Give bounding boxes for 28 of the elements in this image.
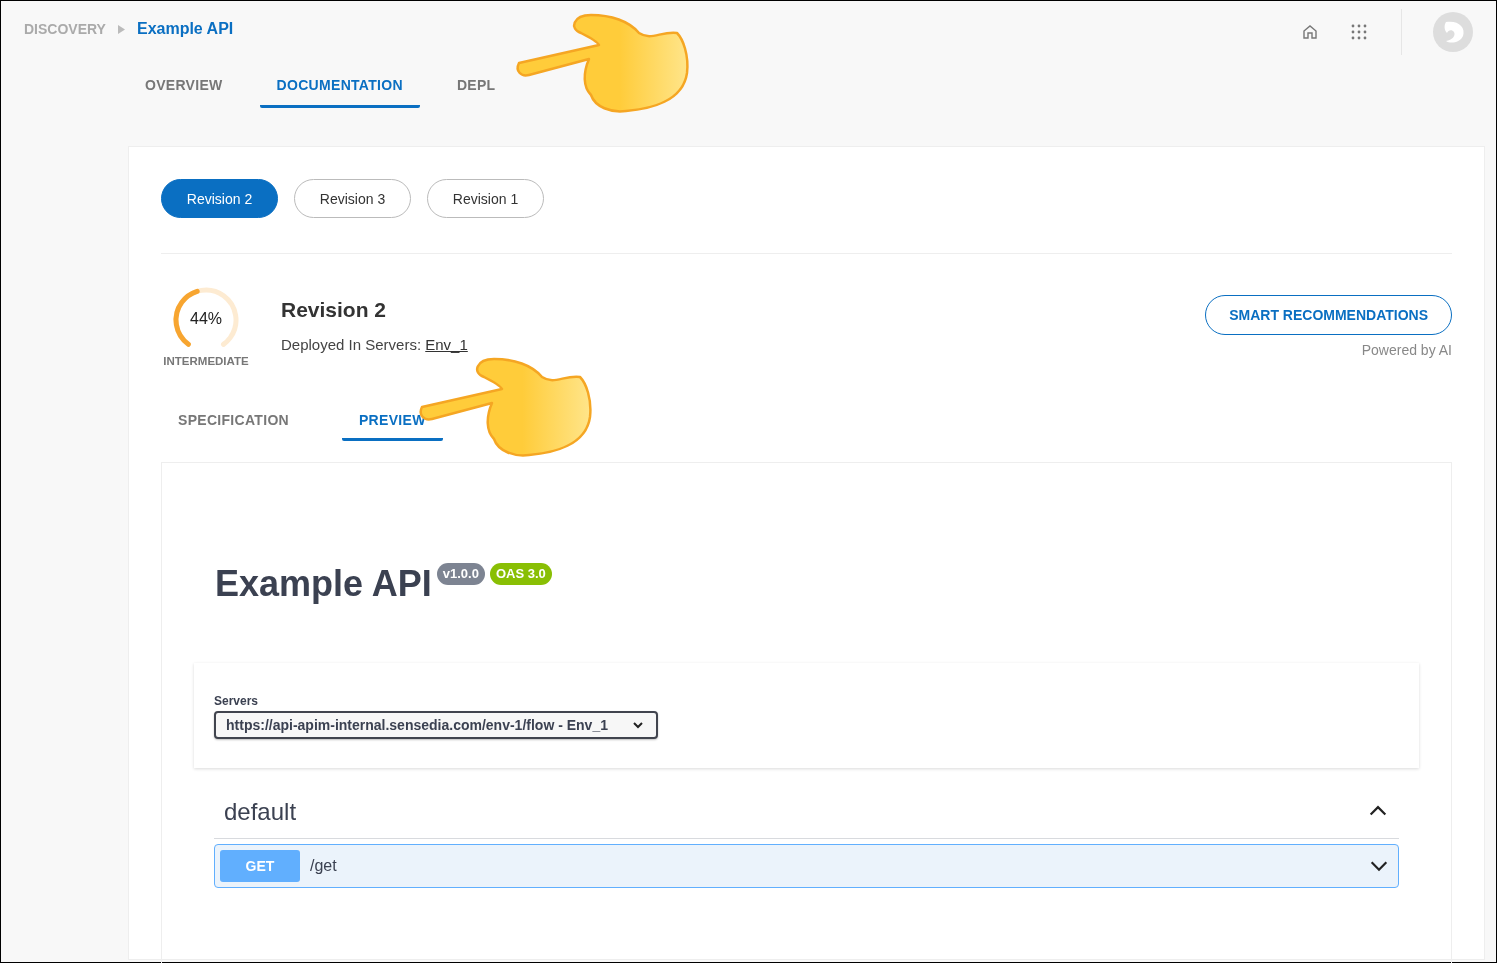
version-badge: v1.0.0 (436, 563, 485, 585)
tab[interactable]: SPECIFICATION (161, 403, 306, 441)
method-badge: GET (220, 850, 300, 882)
tab[interactable]: DOCUMENTATION (259, 67, 420, 108)
section-title: default (224, 798, 297, 826)
revision-pill[interactable]: Revision 2 (161, 179, 278, 218)
breadcrumb-link[interactable]: Example API (136, 20, 234, 38)
api-title: Example API (215, 563, 432, 605)
powered-by-note: Powered by AI (1361, 342, 1452, 358)
smart-recommendations-button[interactable]: SMART RECOMMENDATIONS (1205, 295, 1452, 335)
server-link[interactable]: Env_1 (425, 336, 468, 353)
score-rating: INTERMEDIATE (163, 355, 249, 367)
deployed-label: Deployed In Servers: (281, 336, 422, 353)
home-icon[interactable] (1301, 23, 1319, 41)
caret-icon (632, 719, 644, 731)
breadcrumb-separator-icon (117, 24, 125, 34)
servers-label: Servers (214, 694, 260, 708)
server-select[interactable]: https://api-apim-internal.sensedia.com/env-1/flow - Env_1 (214, 711, 658, 739)
revision-title: Revision 2 (281, 298, 388, 322)
version-badge: OAS 3.0 (489, 563, 552, 585)
apps-grid-icon[interactable] (1351, 24, 1367, 40)
tab[interactable]: OVERVIEW (128, 67, 240, 108)
operation-path: /get (310, 857, 337, 875)
tab[interactable]: DEPL (439, 67, 513, 108)
score-percent: 44% (189, 310, 223, 328)
revision-pill[interactable]: Revision 3 (294, 179, 411, 218)
operation-row[interactable]: GET /get (214, 844, 1399, 888)
revision-pill[interactable]: Revision 1 (427, 179, 544, 218)
